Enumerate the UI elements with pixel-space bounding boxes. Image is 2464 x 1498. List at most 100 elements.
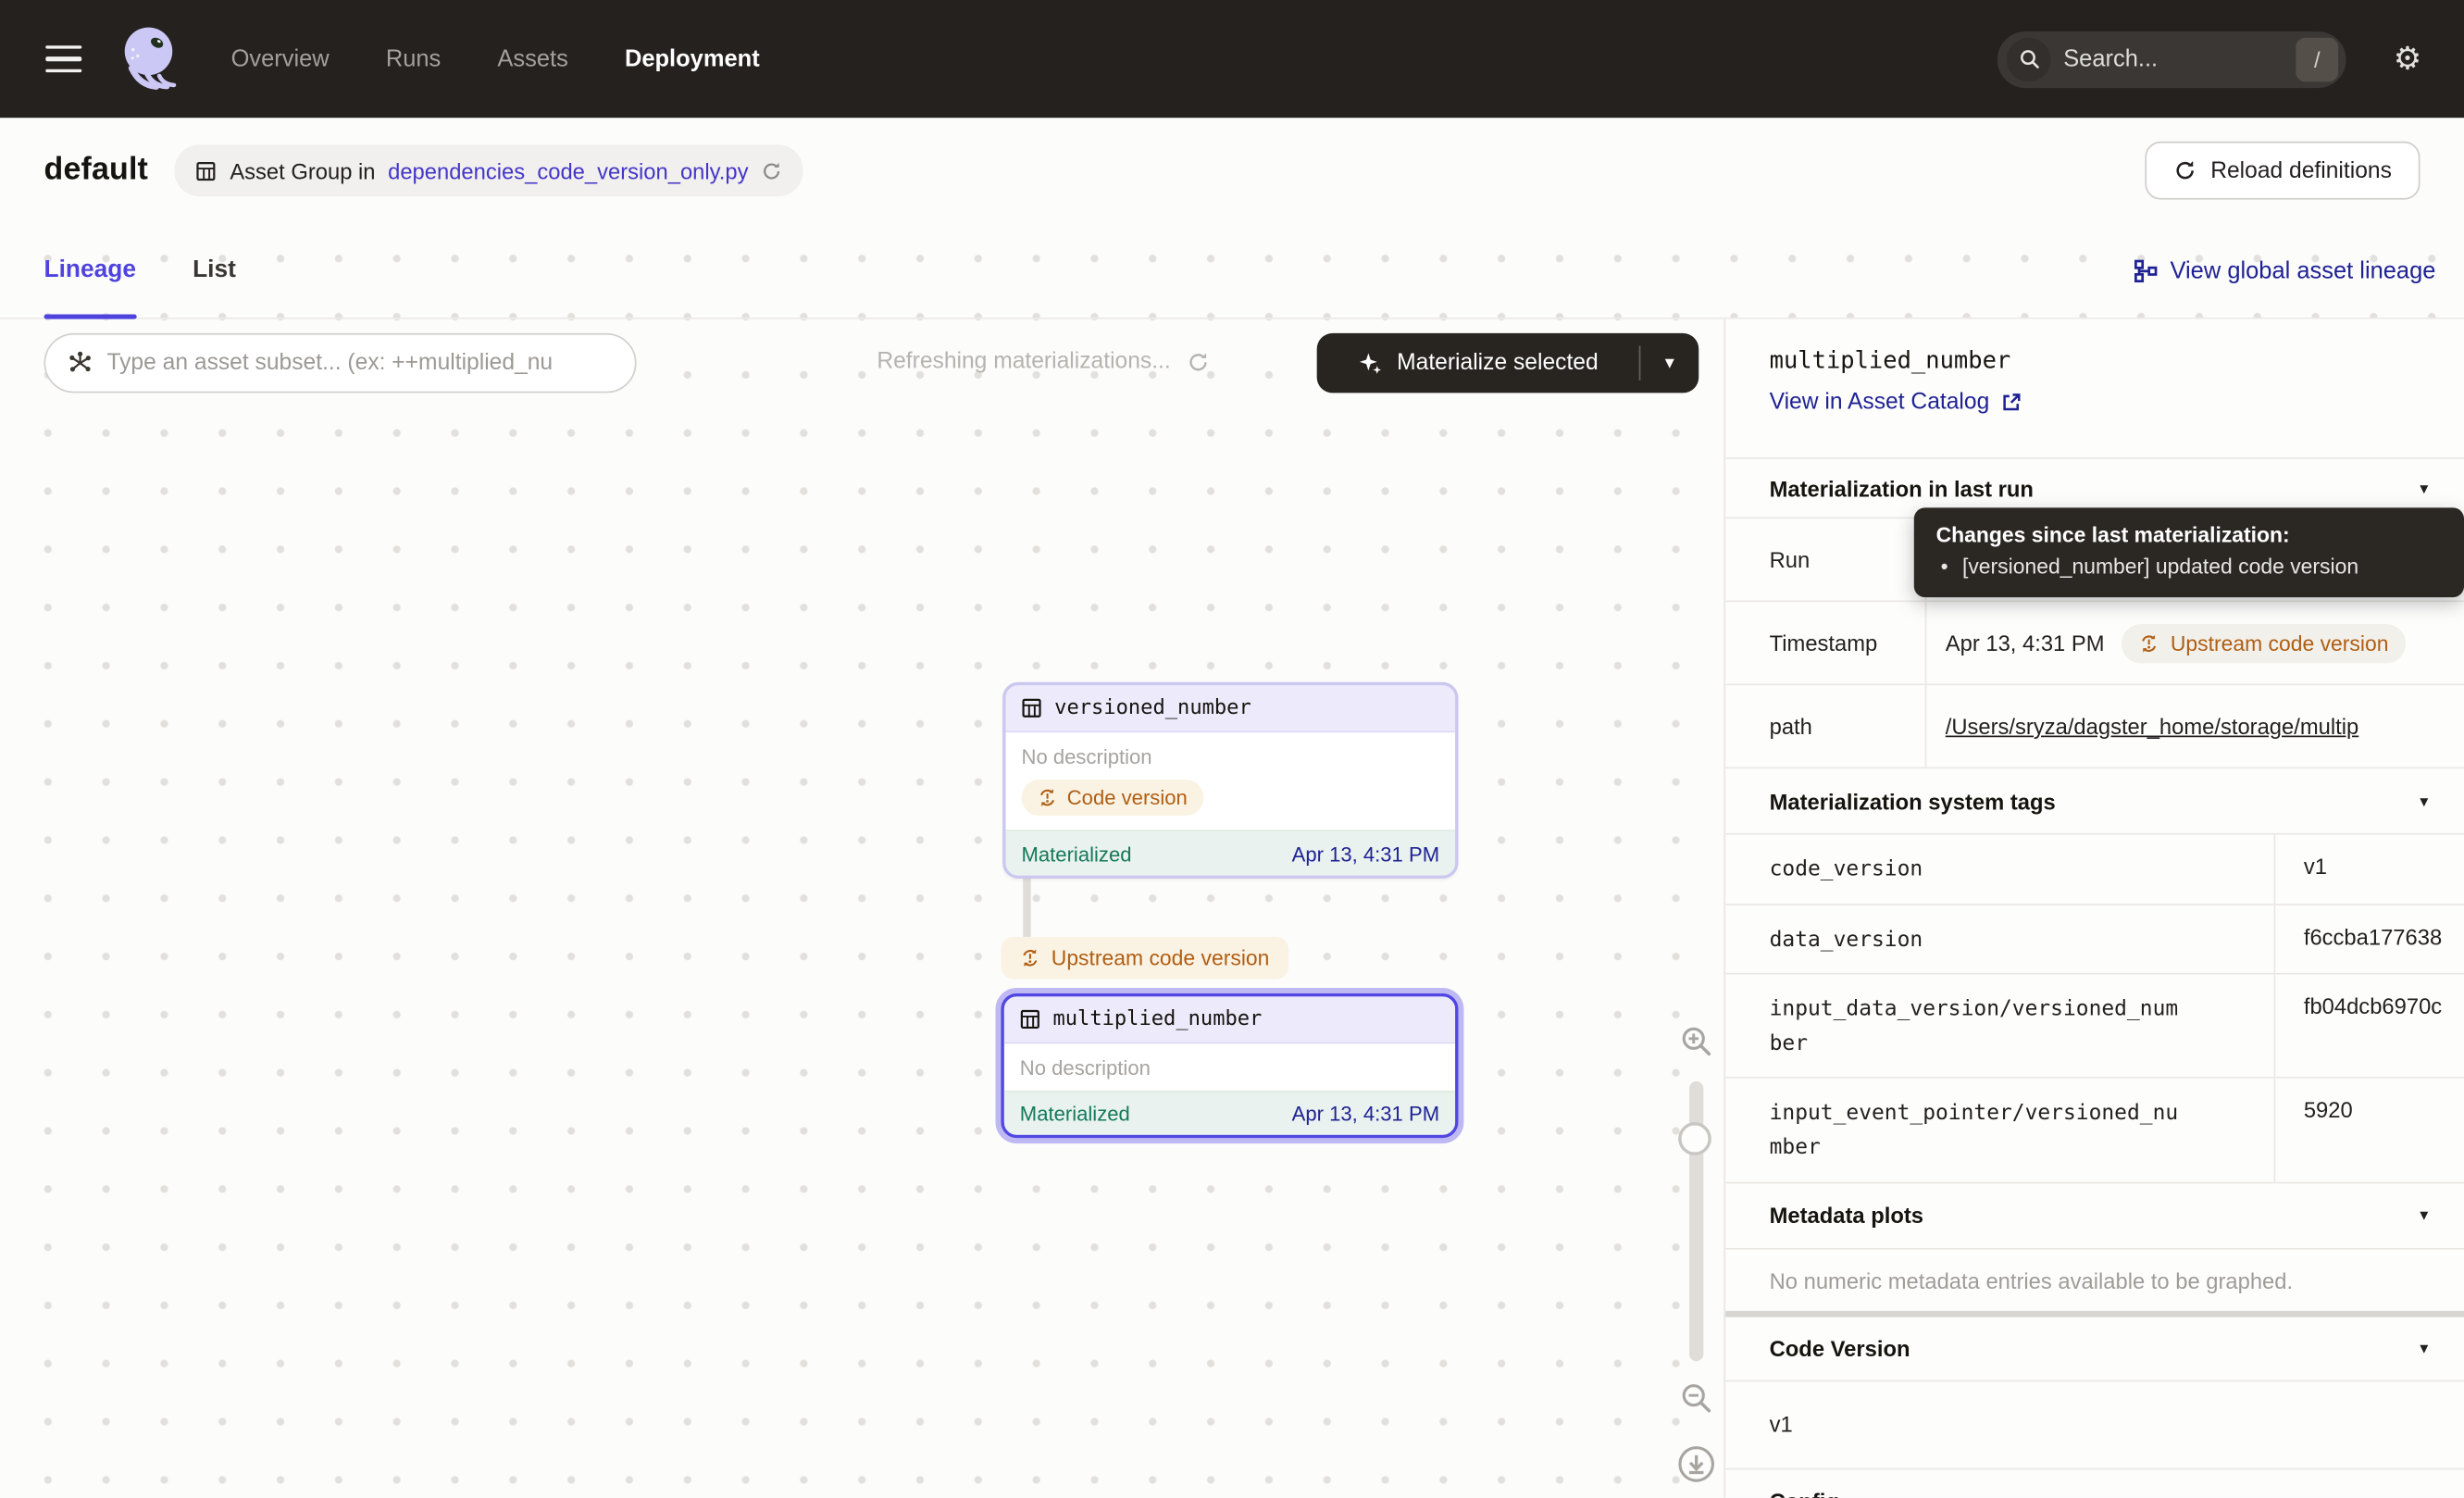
code-version-label: Code version	[1067, 786, 1188, 809]
metadata-empty-message: No numeric metadata entries available to…	[1725, 1247, 2464, 1310]
tag-key: input_event_pointer/versioned_number	[1770, 1098, 2184, 1166]
panel-divider	[1725, 1310, 2464, 1317]
asset-node-title: versioned_number	[1054, 696, 1251, 719]
code-version-badge: Code version	[1022, 780, 1203, 816]
tag-value: v1	[2275, 834, 2464, 903]
table-icon	[1020, 1009, 1040, 1030]
asset-node-versioned-number[interactable]: versioned_number No description Code ver…	[1002, 682, 1458, 879]
panel-header: multiplied_number View in Asset Catalog	[1725, 319, 2464, 457]
page-header: default Asset Group in dependencies_code…	[0, 118, 2464, 223]
asset-group-breadcrumb: Asset Group in dependencies_code_version…	[175, 144, 803, 196]
code-version-icon	[1020, 948, 1040, 968]
chevron-down-icon: ▼	[2417, 481, 2431, 496]
tooltip-title: Changes since last materialization:	[1936, 523, 2443, 546]
search-icon	[2007, 37, 2051, 81]
view-global-asset-lineage-link[interactable]: View global asset lineage	[2134, 257, 2435, 284]
system-tag-row: input_event_pointer/versioned_number 592…	[1725, 1078, 2464, 1181]
reload-definitions-button[interactable]: Reload definitions	[2145, 142, 2420, 200]
code-version-icon	[2139, 632, 2159, 653]
materialized-time[interactable]: Apr 13, 4:31 PM	[1292, 842, 1440, 865]
panel-asset-name: multiplied_number	[1770, 345, 2433, 374]
dagster-app: Overview Runs Assets Deployment / ⚙ defa…	[0, 0, 2464, 1498]
nav-item-assets[interactable]: Assets	[497, 45, 567, 72]
chevron-down-icon: ▼	[2417, 1207, 2431, 1223]
dagster-logo[interactable]	[113, 22, 187, 96]
tag-value: 5920	[2275, 1079, 2464, 1181]
zoom-slider[interactable]	[1688, 1081, 1702, 1361]
asset-details-panel: multiplied_number View in Asset Catalog …	[1724, 319, 2464, 1498]
asset-node-title: multiplied_number	[1052, 1007, 1262, 1030]
materialized-time[interactable]: Apr 13, 4:31 PM	[1292, 1102, 1440, 1125]
path-row: path /Users/sryza/dagster_home/storage/m…	[1725, 684, 2464, 768]
materialized-status: Materialized	[1022, 842, 1132, 865]
path-link[interactable]: /Users/sryza/dagster_home/storage/multip	[1946, 714, 2358, 739]
section-metadata-plots[interactable]: Metadata plots ▼	[1725, 1181, 2464, 1247]
section-code-version[interactable]: Code Version ▼	[1725, 1317, 2464, 1379]
asset-group-icon	[195, 159, 218, 181]
asset-filter-field[interactable]	[44, 333, 637, 393]
zoom-in-icon[interactable]	[1677, 1023, 1713, 1059]
global-lineage-label: View global asset lineage	[2171, 257, 2436, 284]
catalog-link-label: View in Asset Catalog	[1770, 390, 1990, 415]
tag-key: code_version	[1770, 854, 2184, 888]
upstream-code-version-badge: Upstream code version	[1001, 937, 1288, 980]
tab-lineage[interactable]: Lineage	[44, 223, 136, 318]
changes-tooltip: Changes since last materialization: [ver…	[1914, 507, 2464, 597]
tab-list[interactable]: List	[193, 223, 236, 318]
section-config[interactable]: Config	[1725, 1467, 2464, 1498]
materialize-label: Materialize selected	[1397, 351, 1599, 376]
refresh-icon[interactable]	[1187, 350, 1210, 373]
filter-icon	[68, 351, 93, 376]
graph-zoom-controls	[1672, 1023, 1719, 1483]
tag-key: input_data_version/versioned_number	[1770, 993, 2184, 1061]
reload-icon	[2172, 158, 2196, 181]
system-tag-row: data_version f6ccba177638	[1725, 903, 2464, 973]
reload-icon[interactable]	[761, 159, 783, 181]
search-input[interactable]	[2063, 45, 2296, 72]
lineage-workspace: Lineage List View global asset lineage	[0, 223, 2464, 1498]
table-icon	[1022, 698, 1042, 718]
nav-item-overview[interactable]: Overview	[231, 45, 330, 72]
chevron-down-icon: ▼	[2417, 1340, 2431, 1355]
lineage-icon	[2134, 258, 2157, 281]
materialized-status: Materialized	[1020, 1102, 1130, 1125]
page-title: default	[44, 153, 148, 189]
asset-node-description: No description	[1022, 745, 1440, 768]
section-title: Materialization system tags	[1770, 788, 2056, 813]
zoom-slider-handle[interactable]	[1678, 1122, 1711, 1155]
section-title: Code Version	[1770, 1335, 1910, 1360]
run-label: Run	[1725, 518, 1926, 600]
nav-item-runs[interactable]: Runs	[386, 45, 441, 72]
system-tag-row: input_data_version/versioned_number fb04…	[1725, 973, 2464, 1077]
refresh-status-label: Refreshing materializations...	[877, 349, 1170, 374]
tag-value: fb04dcb6970c	[2275, 975, 2464, 1078]
timestamp-label: Timestamp	[1725, 602, 1926, 683]
zoom-out-icon[interactable]	[1677, 1380, 1713, 1417]
upstream-code-version-badge: Upstream code version	[2122, 623, 2406, 662]
search-box[interactable]: /	[1997, 31, 2346, 87]
code-version-value: v1	[1725, 1379, 2464, 1467]
refresh-status: Refreshing materializations...	[877, 349, 1210, 374]
chevron-down-icon: ▼	[2417, 793, 2431, 808]
nav-item-deployment[interactable]: Deployment	[625, 45, 760, 72]
materialize-icon	[1358, 350, 1385, 377]
path-label: path	[1725, 685, 1926, 767]
download-icon[interactable]	[1676, 1444, 1715, 1483]
asset-group-file-link[interactable]: dependencies_code_version_only.py	[388, 158, 748, 183]
materialize-selected-button[interactable]: Materialize selected ▼	[1317, 333, 1699, 393]
settings-icon[interactable]: ⚙	[2394, 44, 2421, 75]
asset-node-multiplied-number[interactable]: multiplied_number No description Materia…	[1001, 993, 1458, 1138]
asset-graph-pane[interactable]: Refreshing materializations... Materiali…	[0, 319, 1724, 1498]
tooltip-item: [versioned_number] updated code version	[1936, 555, 2443, 578]
nav-links: Overview Runs Assets Deployment	[231, 45, 760, 72]
section-title: Config	[1770, 1489, 1839, 1498]
top-navbar: Overview Runs Assets Deployment / ⚙	[0, 0, 2464, 118]
view-in-asset-catalog-link[interactable]: View in Asset Catalog	[1770, 390, 2022, 415]
external-link-icon	[2000, 392, 2022, 414]
search-shortcut-key: /	[2296, 37, 2338, 81]
asset-node-description: No description	[1020, 1056, 1439, 1080]
section-system-tags[interactable]: Materialization system tags ▼	[1725, 767, 2464, 832]
asset-filter-input[interactable]	[106, 351, 613, 376]
caret-icon[interactable]: ▼	[1640, 355, 1699, 372]
menu-icon[interactable]	[43, 39, 85, 80]
